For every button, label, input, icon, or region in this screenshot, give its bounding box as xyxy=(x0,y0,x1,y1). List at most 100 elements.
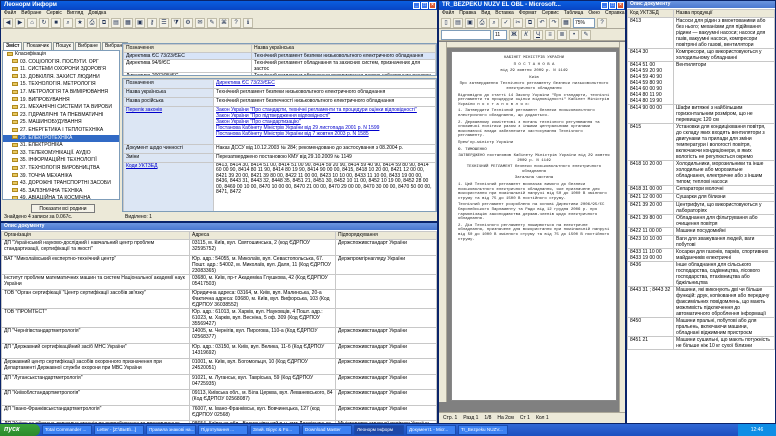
info-icon[interactable]: ℹ xyxy=(243,18,253,28)
font-size-select[interactable]: 11 xyxy=(493,30,507,40)
column-header-name[interactable]: Назва українська xyxy=(251,44,436,53)
menu-item[interactable]: Сервис xyxy=(542,10,559,17)
menu-item[interactable]: Формат xyxy=(519,10,537,17)
table-row[interactable]: 8418 31 00 00 Сепаратори молочні xyxy=(627,185,775,194)
edit-icon[interactable]: ✎ xyxy=(207,18,217,28)
close-icon[interactable]: × xyxy=(617,2,624,9)
minimize-icon[interactable]: _ xyxy=(601,2,608,9)
organizations-table[interactable]: Організація Адреса Підпорядкування ДП "У… xyxy=(1,231,437,423)
align-left-icon[interactable]: ≡ xyxy=(545,30,555,40)
table-row[interactable]: 8450 Машини пральні, побутові або для пра… xyxy=(627,317,775,337)
menu-item[interactable]: Сервіс xyxy=(46,10,61,17)
tab-0[interactable]: Зміст xyxy=(3,42,23,50)
maximize-icon[interactable]: □ xyxy=(421,2,428,9)
open-icon[interactable]: ▤ xyxy=(111,18,121,28)
classification-tree[interactable]: Класифікація 03. СОЦІОЛОГІЯ. ПОСЛУГИ. ОР… xyxy=(2,50,120,200)
table-row[interactable]: ВАТ "Миколаївський експертно-технічний ц… xyxy=(1,254,437,275)
help-icon[interactable]: ? xyxy=(231,18,241,28)
column-header-subordination[interactable]: Підпорядкування xyxy=(335,231,437,240)
taskbar-button[interactable]: Total Commander ... xyxy=(42,425,92,435)
table-row[interactable]: 8433 11 10 00 8433 19 00 00 Косарки для г… xyxy=(627,248,775,262)
tree-item[interactable]: 17. МЕТРОЛОГІЯ ТА ВИМІРЮВАННЯ xyxy=(3,89,119,97)
table-row[interactable]: 8451 21 Машини сушильні, що мають потужні… xyxy=(627,336,775,350)
table-row[interactable]: ДП "Чернігівстандартметрологія" 14005, м.… xyxy=(1,327,437,344)
table-row[interactable]: ДП "Луганськстандартметрологія" 91021, м.… xyxy=(1,373,437,390)
new-document-icon[interactable]: ▯ xyxy=(441,18,451,28)
table-row[interactable]: ДП "Київоблстандартметрологія" 09113, Киї… xyxy=(1,389,437,406)
bullets-icon[interactable]: • xyxy=(569,30,579,40)
tree-item[interactable]: 19. ВИПРОБУВАННЯ xyxy=(3,97,119,105)
print-icon[interactable]: ⎙ xyxy=(477,18,487,28)
redo-icon[interactable]: ↷ xyxy=(549,18,559,28)
undo-icon[interactable]: ↶ xyxy=(537,18,547,28)
tree-item[interactable]: 37. ТЕХНОЛОГІЯ ВИРОБНИЦТВА xyxy=(3,165,119,173)
align-center-icon[interactable]: ≣ xyxy=(557,30,567,40)
grid-icon[interactable]: ▦ xyxy=(123,18,133,28)
favorites-icon[interactable]: ★ xyxy=(75,18,85,28)
underline-icon[interactable]: Ч xyxy=(533,30,543,40)
tree-item[interactable]: 39. ТОЧНА МЕХАНІКА xyxy=(3,173,119,181)
copy-icon[interactable]: ⧉ xyxy=(99,18,109,28)
back-icon[interactable]: ◀ xyxy=(3,18,13,28)
table-row[interactable]: 8414 90 00 00 Шафи витяжні з найбільшим г… xyxy=(627,104,775,124)
taskbar-button[interactable]: Tr_Bezpeku NUZV... xyxy=(458,425,508,435)
table-row[interactable]: 8414 30 Компресори, що використовуються у… xyxy=(627,48,775,62)
table-row[interactable]: ДП "Івано-Франківськстандартметрологія" 7… xyxy=(1,404,437,421)
menu-item[interactable]: Справка xyxy=(605,10,625,17)
laws-list-link[interactable]: Перелік законів xyxy=(126,108,162,114)
tree-root[interactable]: Класифікація xyxy=(3,51,119,59)
table-row[interactable]: Директива 94/9/ЄС Технічний регламент обл… xyxy=(123,59,436,73)
menu-item[interactable]: Окно xyxy=(588,10,600,17)
italic-icon[interactable]: К xyxy=(521,30,531,40)
tab-2[interactable]: Пошук xyxy=(52,42,74,50)
table-row[interactable]: 8423 10 10 00 Ваги для зважування людей, … xyxy=(627,235,775,249)
taskbar-button[interactable]: Злий. Вірус & Fo... xyxy=(250,425,300,435)
list-icon[interactable]: ☰ xyxy=(159,18,169,28)
ukd-codes-link[interactable]: Коди УКТЗЕД xyxy=(126,164,158,170)
menu-item[interactable]: Довідка xyxy=(88,10,106,17)
document-list[interactable]: Позначення Назва українська Директива ЄС … xyxy=(122,43,437,76)
table-row[interactable]: Державний центр сертифікації засобів охо… xyxy=(1,358,437,375)
taskbar-button[interactable]: Download Master xyxy=(302,425,352,435)
key-icon[interactable]: ⚷ xyxy=(147,18,157,28)
table-row[interactable]: 8418 10 20 00 Холодильники, морозильники … xyxy=(627,160,775,186)
taskbar-button[interactable]: Підготування ... xyxy=(198,425,248,435)
column-header-organization[interactable]: Організація xyxy=(1,231,190,240)
mail-icon[interactable]: ✉ xyxy=(195,18,205,28)
table-row[interactable]: 8415 Установки для кондиціювання повітря,… xyxy=(627,123,775,161)
table-row[interactable]: ТОВ "Орган сертифікації "Центр сертифіка… xyxy=(1,289,437,309)
show-all-button[interactable]: Показати всі родини xyxy=(31,204,95,213)
settings-icon[interactable]: ⚙ xyxy=(183,18,193,28)
table-row[interactable]: 8422 11 00 00 Машини посудомийні xyxy=(627,227,775,236)
copy-icon[interactable]: ⧉ xyxy=(525,18,535,28)
help-icon[interactable]: ? xyxy=(597,18,607,28)
menu-item[interactable]: Файл xyxy=(4,10,16,17)
column-header-code[interactable]: Код УКТЗЕД xyxy=(627,9,674,18)
tree-item[interactable]: 03. СОЦІОЛОГІЯ. ПОСЛУГИ. ОРГ xyxy=(3,59,119,67)
column-header-product[interactable]: Назва продукції xyxy=(673,9,775,18)
spelling-icon[interactable]: ✓ xyxy=(501,18,511,28)
tag-icon[interactable]: ⌘ xyxy=(219,18,229,28)
vertical-scrollbar[interactable] xyxy=(619,42,625,412)
table-row[interactable]: 8443 31 ; 8443 32 Машини, які виконують д… xyxy=(627,286,775,318)
save-icon[interactable]: ▣ xyxy=(465,18,475,28)
table-row[interactable]: Інститут проблем математичних машин та с… xyxy=(1,273,437,290)
taskbar-button[interactable]: Правила знакові на... xyxy=(146,425,196,435)
forward-icon[interactable]: ▶ xyxy=(15,18,25,28)
table-row[interactable]: 8413 Насоси для рідин з вмонтованими або … xyxy=(627,17,775,49)
menu-item[interactable]: Вид xyxy=(481,10,490,17)
tree-item[interactable]: 43. ДОРОЖНІ ТРАНСПОРТНІ ЗАСОБИ xyxy=(3,180,119,188)
tree-item[interactable]: 13. ДОВКІЛЛЯ. ЗАХИСТ ЛЮДИНИ xyxy=(3,74,119,82)
close-icon[interactable]: × xyxy=(429,2,436,9)
preview-icon[interactable]: ⌕ xyxy=(489,18,499,28)
table-row[interactable]: 8421 39 80 00 Обладнання для фільтрування… xyxy=(627,214,775,228)
table-row[interactable]: ДП "Український науково-дослідний і навч… xyxy=(1,239,437,256)
tree-item[interactable]: 21. МЕХАНІЧНІ СИСТЕМИ ТА ВИРОБИ xyxy=(3,104,119,112)
taskbar-button[interactable]: Леонорм Інформ xyxy=(354,425,404,435)
zoom-select[interactable]: 75% xyxy=(573,18,595,28)
tree-item[interactable]: 29. ЕЛЕКТРОТЕХНІКА xyxy=(3,134,119,143)
search-icon[interactable]: ⌕ xyxy=(63,18,73,28)
tree-item[interactable]: 15. ТЕХНОЛОГІЯ. МЕТРОЛОГІЯ xyxy=(3,81,119,89)
filter-icon[interactable]: ⧩ xyxy=(171,18,181,28)
law-link[interactable]: Постанова Кабінету Міністрів України від… xyxy=(216,131,433,137)
